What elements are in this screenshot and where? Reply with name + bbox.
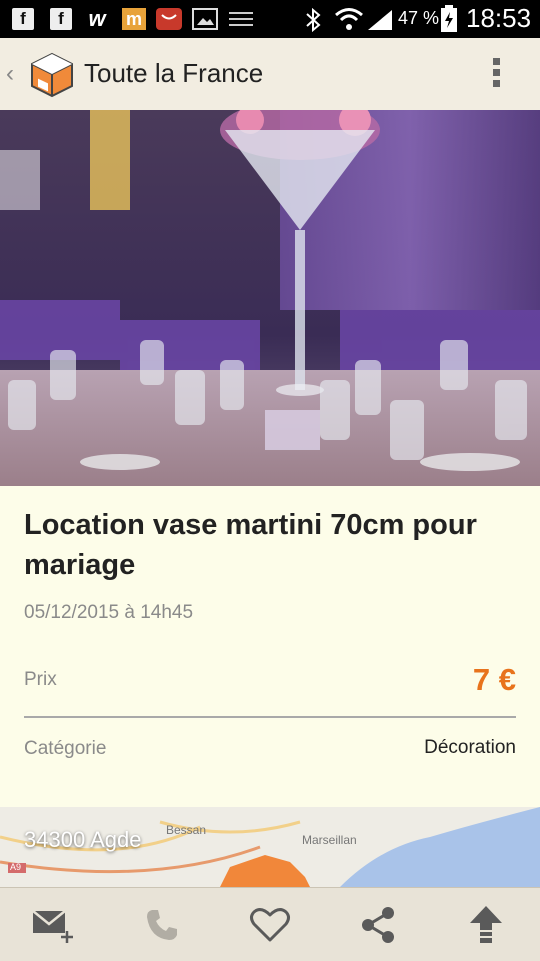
category-label: Catégorie xyxy=(24,738,107,759)
app-title: Toute la France xyxy=(84,58,264,88)
share-button[interactable] xyxy=(324,888,432,961)
price-value: 7 € xyxy=(472,662,516,697)
facebook-icon: f xyxy=(50,8,72,30)
status-bar: f f w m 47 % 18:53 xyxy=(0,0,540,38)
phone-icon xyxy=(147,909,177,940)
price-label: Prix xyxy=(24,669,57,690)
battery-percent: 47 % xyxy=(398,8,440,28)
clock: 18:53 xyxy=(466,3,532,33)
listing-date: 05/12/2015 à 14h45 xyxy=(24,602,194,623)
bluetooth-icon xyxy=(306,8,321,32)
box-logo-icon[interactable] xyxy=(28,50,76,98)
listing-title: Location vase martini 70cm pour mariage xyxy=(24,509,477,581)
gallery-icon xyxy=(192,8,218,30)
location-map[interactable]: Bessan Marseillan A9 34300 Agde xyxy=(0,807,540,887)
mail-plus-icon xyxy=(32,909,73,943)
signal-icon xyxy=(368,10,392,30)
w-icon: w xyxy=(88,6,106,31)
category-value: Décoration xyxy=(424,737,516,758)
facebook-icon: f xyxy=(12,8,34,30)
battery-icon xyxy=(441,5,457,32)
bottom-action-bar xyxy=(0,887,540,961)
message-button[interactable] xyxy=(0,888,108,961)
favorite-button[interactable] xyxy=(216,888,324,961)
wifi-icon xyxy=(335,8,363,30)
menu-icon xyxy=(228,8,254,30)
app-bar: ‹ Toute la France xyxy=(0,38,540,111)
map-label-a9: A9 xyxy=(10,862,22,872)
call-button[interactable] xyxy=(108,888,216,961)
chevron-left-icon[interactable]: ‹ xyxy=(6,60,14,88)
location-text: 34300 Agde xyxy=(24,827,142,852)
share-icon xyxy=(362,906,394,943)
listing-photo[interactable] xyxy=(0,110,540,486)
boost-button[interactable] xyxy=(432,888,540,961)
arrow-up-icon xyxy=(470,905,502,943)
heart-icon xyxy=(250,907,290,941)
map-label-bessan: Bessan xyxy=(166,823,207,837)
map-label-marseillan: Marseillan xyxy=(302,833,357,847)
m-icon: m xyxy=(122,8,146,30)
overflow-menu-icon[interactable] xyxy=(493,58,501,90)
divider xyxy=(24,716,516,718)
shop-icon xyxy=(156,8,182,30)
